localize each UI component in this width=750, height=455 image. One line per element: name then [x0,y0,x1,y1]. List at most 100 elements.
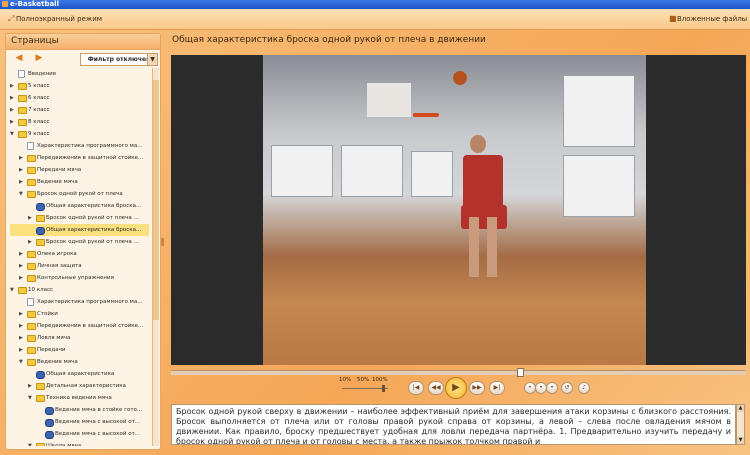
tree-item[interactable]: ▶ 5 класс [10,80,149,92]
text-scrollbar[interactable]: ▲ ▼ [736,404,745,445]
next-frame-button[interactable]: • [546,382,558,394]
volume-button[interactable]: ♪ [578,382,590,394]
splitter-grip[interactable] [161,238,164,246]
tree-item-label: Бросок одной рукой от плеча ... [46,239,139,245]
tree-item[interactable]: Общая характеристика броска... [10,224,149,236]
folder-icon [36,443,45,446]
content-panel: Общая характеристика броска одной рукой … [166,33,746,448]
player-leg [487,217,497,277]
zoom-label-10: 10% [339,377,352,383]
tree-item[interactable]: ▼ 9 класс [10,128,149,140]
skip-start-button[interactable]: |◀ [408,381,424,395]
chevron-right-icon[interactable]: ▶ [10,116,16,128]
tree-item[interactable]: ▶ Детальная характеристика [10,380,149,392]
tree-item[interactable]: ▶ 7 класс [10,104,149,116]
scroll-down-icon[interactable]: ▼ [737,437,744,444]
tree-item[interactable]: ▶ Передачи [10,344,149,356]
chevron-right-icon[interactable]: ▶ [10,92,16,104]
tree-item[interactable]: ▶ 8 класс [10,116,149,128]
scrollbar-thumb[interactable] [153,80,159,320]
tree-item[interactable]: ▼ Техника ведения мяча [10,392,149,404]
chevron-right-icon[interactable]: ▶ [19,272,25,284]
fullscreen-button[interactable]: ⤢ Полноэкранный режим [8,14,102,24]
tree-item[interactable]: ▶ Передачи мяча [10,164,149,176]
attachments-button[interactable]: ■Вложенные файлы [669,14,747,24]
tree-item[interactable]: ▶ Контрольные упражнения [10,272,149,284]
chevron-right-icon[interactable]: ▶ [28,236,34,248]
skip-end-button[interactable]: ▶| [489,381,505,395]
fast-forward-button[interactable]: ▶▶ [469,381,485,395]
chevron-down-icon[interactable]: ▼ [10,128,16,140]
video-player[interactable] [171,55,746,365]
tree-item[interactable]: Общая характеристика броска... [10,200,149,212]
chevron-right-icon[interactable]: ▶ [19,176,25,188]
tree-item[interactable]: ▶ Стойки [10,308,149,320]
folder-icon [27,323,36,330]
video-frame-image[interactable] [263,55,646,365]
stop-icon: • [539,384,543,391]
replay-button[interactable]: ↺ [561,382,573,394]
chevron-right-icon[interactable]: ▶ [19,164,25,176]
tree-item[interactable]: Характеристика программного ма... [10,140,149,152]
tree-item[interactable]: ▼ Бросок одной рукой от плеча [10,188,149,200]
tree-item[interactable]: ▶ Бросок одной рукой от плеча ... [10,236,149,248]
chevron-down-icon[interactable]: ▼ [28,392,34,404]
tree-item-label: 7 класс [28,107,50,113]
tree-item[interactable]: ▼ Школа мяча [10,440,149,446]
tree-item-label: Опека игрока [37,251,77,257]
zoom-slider-knob[interactable] [382,385,385,392]
panel-splitter[interactable] [160,33,165,448]
tree-item[interactable]: ▶ Личная защита [10,260,149,272]
scroll-up-icon[interactable]: ▲ [737,405,744,412]
folder-icon [27,311,36,318]
chevron-right-icon[interactable]: ▶ [19,308,25,320]
chevron-right-icon[interactable]: ▶ [10,104,16,116]
tree-item-label: Общая характеристика броска... [46,227,142,233]
tree-item[interactable]: ▶ Опека игрока [10,248,149,260]
folder-icon [36,215,45,222]
chevron-down-icon[interactable]: ▼ [19,356,25,368]
skip-end-icon: ▶| [493,384,501,391]
folder-icon [27,167,36,174]
chevron-down-icon[interactable]: ▼ [10,284,16,296]
tree-item[interactable]: ▶ Бросок одной рукой от плеча ... [10,212,149,224]
folder-icon [36,383,45,390]
chevron-down-icon[interactable]: ▼ [28,440,34,446]
folder-icon [18,83,27,90]
tree-item[interactable]: Ведение мяча с высокой от... [10,416,149,428]
tree-item[interactable]: Ведение мяча с высокой от... [10,428,149,440]
forward-arrow-icon[interactable]: ▶ [34,54,44,63]
tree-item[interactable]: ▶ 6 класс [10,92,149,104]
chevron-right-icon[interactable]: ▶ [19,248,25,260]
folder-icon [27,263,36,270]
tree-item-label: Личная защита [37,263,82,269]
description-text: Бросок одной рукой сверху в движении – н… [171,404,736,445]
tree-item[interactable]: ▶ Ловля мяча [10,332,149,344]
chevron-right-icon[interactable]: ▶ [10,80,16,92]
rewind-button[interactable]: ◀◀ [428,381,444,395]
chevron-down-icon[interactable]: ▼ [19,188,25,200]
chevron-right-icon[interactable]: ▶ [19,152,25,164]
chevron-right-icon[interactable]: ▶ [19,260,25,272]
tree-item[interactable]: Ведение мяча в стойке гото... [10,404,149,416]
chevron-right-icon[interactable]: ▶ [19,320,25,332]
chevron-right-icon[interactable]: ▶ [28,212,34,224]
fullscreen-icon: ⤢ [8,14,15,23]
tree-item[interactable]: ▶ Ведение мяча [10,176,149,188]
tree-item[interactable]: ▶ Передвижения в защитной стойке... [10,320,149,332]
play-button[interactable]: ▶ [445,377,467,399]
tree-item[interactable]: ▼ Ведение мяча [10,356,149,368]
tree-item[interactable]: Характеристика программного ма... [10,296,149,308]
tree-item[interactable]: Общая характеристика [10,368,149,380]
chevron-right-icon[interactable]: ▶ [19,344,25,356]
tree-item[interactable]: ▶ Передвижения в защитной стойке... [10,152,149,164]
attachments-icon: ■ [669,14,677,23]
filter-dropdown[interactable]: Фильтр отключен ▼ [80,53,158,66]
back-arrow-icon[interactable]: ◀ [14,54,24,63]
tree-item[interactable]: Введение [10,68,149,80]
chevron-right-icon[interactable]: ▶ [19,332,25,344]
tree-item[interactable]: ▼ 10 класс [10,284,149,296]
play-icon: ▶ [452,382,460,393]
tree-scrollbar[interactable] [152,68,159,446]
chevron-right-icon[interactable]: ▶ [28,380,34,392]
